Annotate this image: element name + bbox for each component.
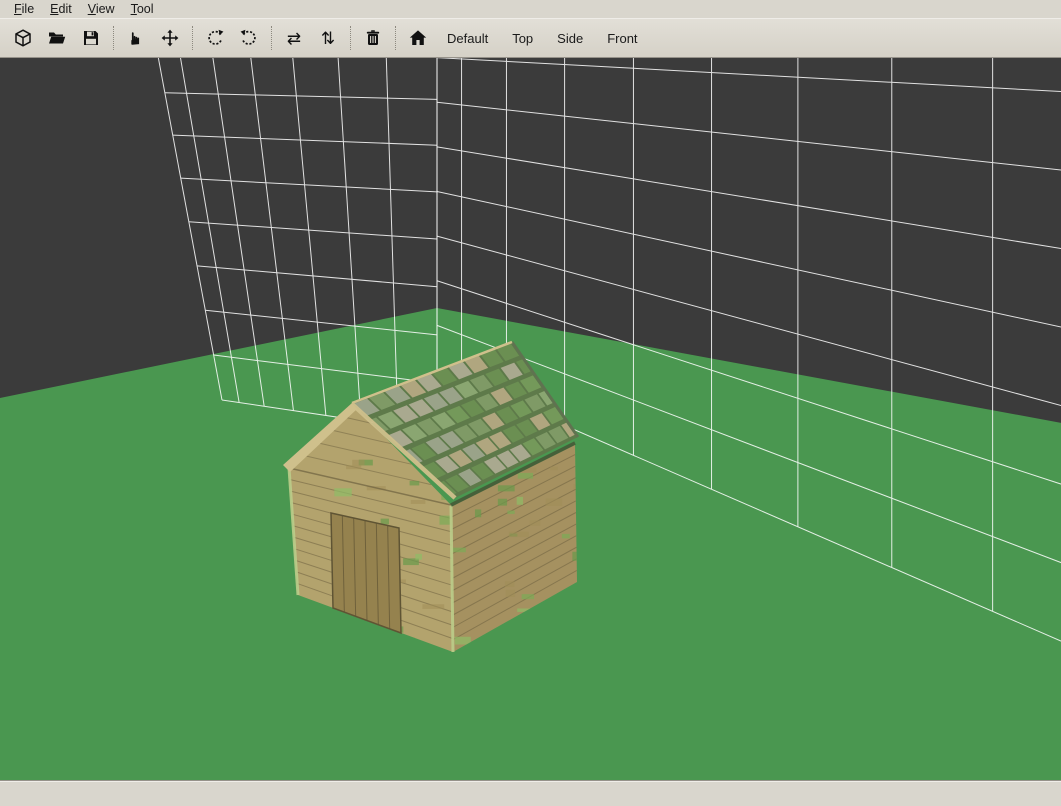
view-front-button[interactable]: Front — [597, 23, 647, 53]
rotate-cw-button[interactable] — [234, 23, 264, 53]
menu-item-view[interactable]: View — [80, 1, 123, 17]
viewport-3d[interactable] — [0, 58, 1061, 780]
select-button[interactable]: ☛ — [121, 23, 151, 53]
view-default-button[interactable]: Default — [437, 23, 498, 53]
vertical-arrows-icon: ⇅ — [321, 30, 335, 47]
view-top-button[interactable]: Top — [502, 23, 543, 53]
app-window: File Edit View Tool — [0, 0, 1061, 806]
delete-button[interactable] — [358, 23, 388, 53]
view-side-button[interactable]: Side — [547, 23, 593, 53]
menu-item-file[interactable]: File — [6, 1, 42, 17]
rotate-cw-icon — [239, 28, 259, 48]
scene-canvas — [0, 58, 1061, 780]
menu-item-tool[interactable]: Tool — [123, 1, 162, 17]
toolbar-separator — [350, 26, 351, 50]
open-button[interactable] — [42, 23, 72, 53]
trash-icon — [363, 28, 383, 48]
new-model-button[interactable] — [8, 23, 38, 53]
home-view-button[interactable] — [403, 23, 433, 53]
floppy-disk-icon — [81, 28, 101, 48]
flip-vertical-button[interactable]: ⇅ — [313, 23, 343, 53]
home-icon — [408, 28, 428, 48]
toolbar-separator — [395, 26, 396, 50]
save-button[interactable] — [76, 23, 106, 53]
flip-horizontal-button[interactable]: ⇄ — [279, 23, 309, 53]
menu-bar: File Edit View Tool — [0, 0, 1061, 18]
rotate-ccw-icon — [205, 28, 225, 48]
move-button[interactable] — [155, 23, 185, 53]
horizontal-arrows-icon: ⇄ — [287, 30, 301, 47]
toolbar-separator — [192, 26, 193, 50]
hand-pointer-icon: ☛ — [128, 30, 145, 45]
move-arrows-icon — [160, 28, 180, 48]
rotate-ccw-button[interactable] — [200, 23, 230, 53]
toolbar-separator — [271, 26, 272, 50]
toolbar-separator — [113, 26, 114, 50]
toolbar: ☛ ⇄ ⇅ — [0, 18, 1061, 58]
cube-icon — [13, 28, 33, 48]
open-folder-icon — [47, 28, 67, 48]
status-bar — [0, 780, 1061, 806]
menu-item-edit[interactable]: Edit — [42, 1, 80, 17]
